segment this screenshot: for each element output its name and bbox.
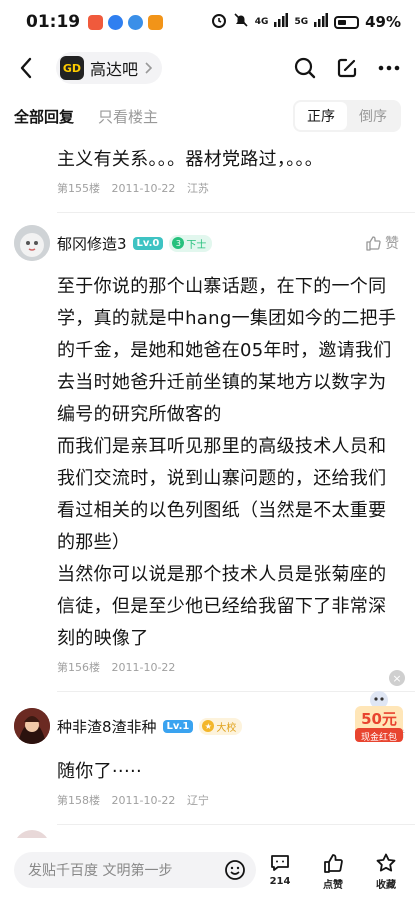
rank-title: 下士: [186, 239, 207, 251]
mute-icon: [233, 12, 249, 32]
post-meta: 第158楼 2011-10-22 辽宁: [0, 792, 415, 808]
network-4g: 4G: [254, 16, 269, 27]
post-text: 主义有关系。。。器材党路过，。。。: [57, 149, 324, 170]
notification-app-icon: [128, 14, 144, 30]
post-paragraph: 当然你可以说是那个技术人员是张菊座的信徒，但是至少他已经给我留下了非常深刻的映像…: [57, 564, 387, 649]
post-date: 2011-10-22: [111, 794, 176, 807]
status-bar: 01:19 4G 5G 49%: [0, 0, 415, 44]
post-text: 随你了·····: [57, 761, 143, 782]
rank-badge: ★ 大校: [199, 717, 243, 735]
more-icon[interactable]: [377, 56, 401, 80]
bottom-bar: 发贴千百度 文明第一步 214 点赞 收藏: [0, 848, 415, 899]
ad-close-icon[interactable]: ×: [389, 670, 405, 686]
rank-num: 3: [172, 237, 185, 249]
post-meta: 第156楼 2011-10-22: [0, 659, 415, 675]
username[interactable]: 郁冈修造3: [57, 233, 127, 254]
battery-percent: 49%: [365, 13, 401, 31]
forum-entry[interactable]: GD 高达吧: [56, 52, 163, 84]
avatar[interactable]: [14, 708, 50, 744]
reply-tabs: 全部回复 只看楼主 正序 倒序: [0, 96, 415, 136]
collect-label: 收藏: [376, 880, 396, 891]
redpack-amount: 50元: [361, 710, 397, 728]
comments-button[interactable]: 214: [265, 852, 295, 891]
back-arrow-icon[interactable]: [14, 53, 38, 83]
notification-app-icon: [148, 14, 164, 30]
avatar[interactable]: [14, 225, 50, 261]
like-post-button[interactable]: 点赞: [318, 852, 348, 891]
reply-placeholder: 发贴千百度 文明第一步: [28, 863, 173, 879]
like-label: 点赞: [323, 880, 343, 891]
sort-toggle: 正序 倒序: [293, 100, 401, 132]
notification-app-icon: [88, 14, 104, 30]
emoji-icon[interactable]: [224, 859, 246, 881]
share-edit-icon[interactable]: [335, 56, 359, 80]
level-badge: Lv.0: [132, 236, 164, 250]
post-paragraph: 至于你说的那个山寨话题，在下的一个同学，真的就是中hang一集团如今的二把手的千…: [57, 276, 397, 425]
post-paragraph: 而我们是亲耳听见那里的高级技术人员和我们交流时，说到山寨问题的，还给我们看过相关…: [57, 436, 387, 553]
post-date: 2011-10-22: [111, 182, 176, 195]
notification-app-icon: [108, 14, 124, 30]
tab-owner-only[interactable]: 只看楼主: [98, 106, 158, 127]
rank-medal-icon: ★: [202, 720, 215, 732]
comments-count: 214: [269, 876, 291, 887]
top-nav: GD 高达吧: [0, 46, 415, 90]
battery-icon: [334, 15, 360, 29]
like-label: 赞: [385, 236, 399, 252]
alarm-icon: [211, 12, 227, 32]
floor-number: 第155楼: [57, 182, 100, 195]
floor-number: 第158楼: [57, 794, 100, 807]
post-location: 辽宁: [186, 794, 209, 807]
post-meta: 第155楼 2011-10-22 江苏: [0, 180, 415, 196]
floor-156: 郁冈修造3 Lv.0 3 下士 赞 至于你说的那个山寨话题，在下的一个同学，真的…: [0, 213, 415, 740]
thumb-up-icon: [324, 854, 343, 873]
redpack-caption: 现金红包: [360, 733, 397, 743]
signal-icon: [314, 13, 329, 31]
floor-number: 第156楼: [57, 661, 100, 674]
sort-desc-button[interactable]: 倒序: [347, 102, 399, 130]
rank-badge: 3 下士: [169, 234, 213, 252]
user-row: 郁冈修造3 Lv.0 3 下士 赞: [0, 225, 415, 261]
collect-button[interactable]: 收藏: [371, 852, 401, 891]
like-button[interactable]: 赞: [365, 233, 399, 253]
avatar[interactable]: [14, 830, 50, 838]
rank-title: 大校: [216, 722, 237, 734]
status-time: 01:19: [26, 12, 81, 32]
signal-icon: [274, 13, 289, 31]
comment-icon: [271, 855, 289, 871]
post-date: 2011-10-22: [111, 661, 176, 674]
level-badge: Lv.1: [162, 719, 194, 733]
username[interactable]: 种非渣8渣非种: [57, 716, 157, 737]
chevron-right-icon: [144, 59, 153, 78]
forum-name: 高达吧: [90, 60, 139, 79]
tab-all-replies[interactable]: 全部回复: [14, 106, 74, 127]
star-icon: [376, 853, 396, 872]
reply-input[interactable]: 发贴千百度 文明第一步: [14, 852, 256, 888]
thumb-up-icon: [366, 236, 381, 251]
forum-logo: GD: [60, 56, 84, 80]
redpack-ad[interactable]: 50元 现金红包: [351, 688, 407, 744]
floor-155: 主义有关系。。。器材党路过，。。。 第155楼 2011-10-22 江苏: [0, 144, 415, 213]
post-location: 江苏: [186, 182, 209, 195]
network-5g: 5G: [294, 16, 309, 27]
sort-asc-button[interactable]: 正序: [295, 102, 347, 130]
search-icon[interactable]: [293, 56, 317, 80]
divider: [57, 824, 415, 825]
